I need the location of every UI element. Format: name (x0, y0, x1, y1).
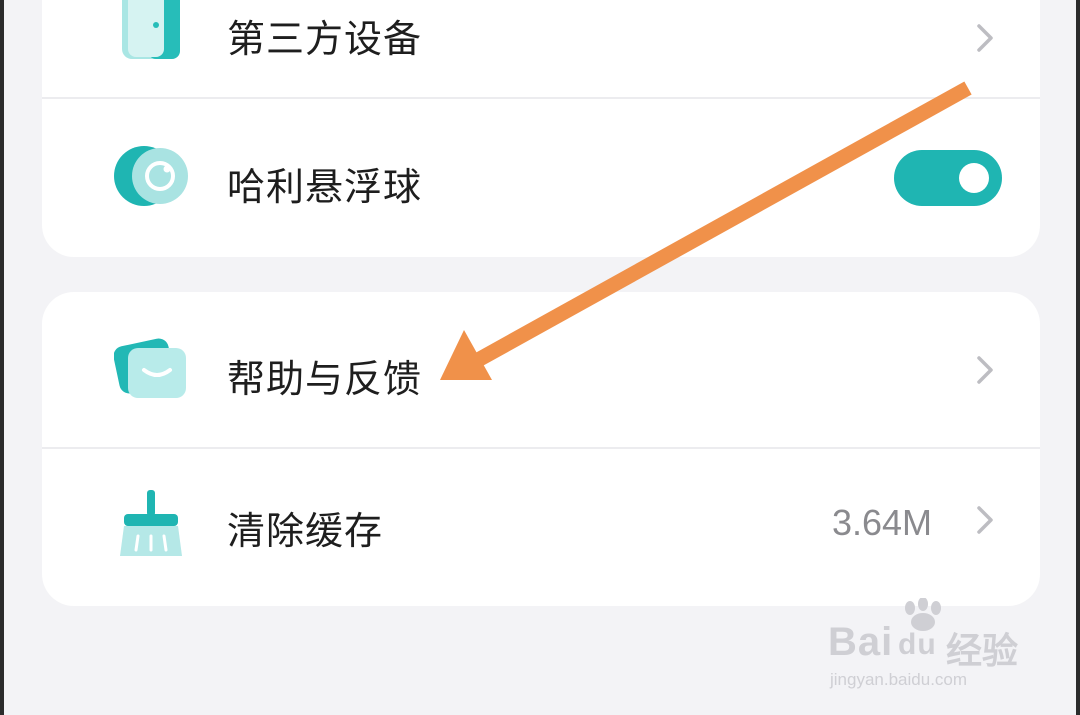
clear-cache-icon (120, 490, 182, 556)
toggle-knob (959, 163, 989, 193)
row-label-floating-ball: 哈利悬浮球 (227, 165, 423, 209)
floating-ball-toggle[interactable] (894, 150, 1002, 206)
row-clear-cache[interactable]: 清除缓存 3.64M (42, 450, 1040, 606)
watermark-url: jingyan.baidu.com (830, 670, 968, 689)
watermark-logo: Bai (828, 620, 894, 664)
help-feedback-icon (114, 338, 186, 398)
third-party-device-icon (122, 0, 180, 59)
row-help-feedback[interactable]: 帮助与反馈 (42, 292, 1040, 448)
row-label-help-feedback: 帮助与反馈 (227, 357, 423, 401)
chevron-right-icon (977, 356, 993, 384)
chevron-right-icon (977, 24, 993, 52)
screen-edge-left (0, 0, 4, 715)
settings-card-device: 第三方设备 哈利悬浮球 (42, 0, 1040, 257)
settings-card-support: 帮助与反馈 清除缓存 3.64M (42, 292, 1040, 606)
cache-size-value: 3.64M (831, 502, 932, 543)
paw-icon (905, 598, 941, 631)
chevron-right-icon (977, 506, 993, 534)
watermark-logo-paw: du (898, 628, 937, 661)
row-floating-ball: 哈利悬浮球 (42, 100, 1040, 256)
watermark-label: 经验 (946, 631, 1019, 672)
row-divider (42, 447, 1040, 449)
row-divider (42, 97, 1040, 99)
baidu-jingyan-watermark: Bai du 经验 jingyan.baidu.com (828, 598, 1028, 698)
row-label-third-party-device: 第三方设备 (227, 17, 423, 61)
floating-ball-icon (114, 146, 188, 206)
row-label-clear-cache: 清除缓存 (227, 509, 384, 553)
screen-edge-right (1076, 0, 1080, 715)
